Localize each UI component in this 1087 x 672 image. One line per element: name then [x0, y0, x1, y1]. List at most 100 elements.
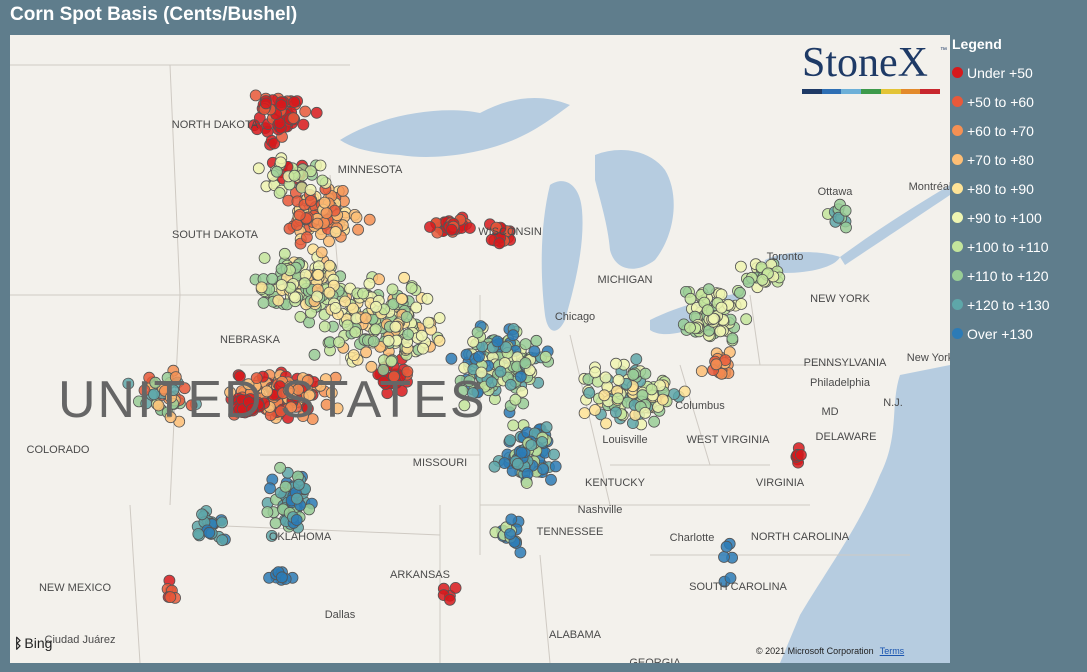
basis-point[interactable]: [287, 112, 300, 125]
basis-point[interactable]: [347, 349, 360, 362]
basis-point[interactable]: [648, 415, 660, 428]
basis-point[interactable]: [839, 204, 852, 217]
basis-point[interactable]: [389, 320, 402, 333]
basis-point[interactable]: [291, 492, 303, 505]
basis-point[interactable]: [710, 358, 723, 371]
basis-point[interactable]: [493, 237, 506, 250]
basis-point[interactable]: [627, 368, 640, 381]
basis-point[interactable]: [304, 195, 317, 207]
legend-item[interactable]: +50 to +60: [952, 87, 1082, 116]
basis-point[interactable]: [164, 591, 177, 603]
basis-point[interactable]: [537, 463, 550, 476]
basis-point[interactable]: [278, 247, 291, 260]
basis-point[interactable]: [274, 461, 287, 474]
basis-point[interactable]: [539, 350, 552, 363]
basis-point[interactable]: [520, 477, 533, 489]
basis-point[interactable]: [288, 96, 301, 108]
basis-point[interactable]: [498, 457, 511, 470]
basis-point[interactable]: [488, 460, 501, 473]
basis-point[interactable]: [684, 292, 697, 305]
basis-point[interactable]: [289, 291, 302, 304]
basis-point[interactable]: [216, 534, 229, 547]
basis-point[interactable]: [312, 268, 325, 281]
basis-point[interactable]: [656, 393, 669, 406]
basis-point[interactable]: [400, 311, 413, 323]
basis-point[interactable]: [630, 353, 643, 366]
basis-point[interactable]: [279, 480, 292, 493]
basis-point[interactable]: [684, 321, 696, 334]
basis-points-layer[interactable]: [122, 89, 852, 606]
basis-point[interactable]: [417, 342, 429, 355]
basis-point[interactable]: [473, 350, 485, 363]
basis-point[interactable]: [485, 376, 498, 389]
basis-point[interactable]: [308, 348, 321, 361]
basis-point[interactable]: [315, 246, 328, 259]
basis-point[interactable]: [536, 436, 548, 448]
basis-point[interactable]: [299, 105, 312, 118]
legend-item[interactable]: +120 to +130: [952, 290, 1082, 319]
basis-point[interactable]: [318, 196, 331, 209]
basis-point[interactable]: [578, 407, 591, 420]
basis-point[interactable]: [275, 571, 288, 584]
basis-point[interactable]: [311, 217, 324, 230]
basis-point[interactable]: [509, 393, 522, 406]
basis-point[interactable]: [589, 366, 601, 379]
basis-point[interactable]: [216, 516, 229, 529]
basis-point[interactable]: [275, 262, 288, 275]
basis-point[interactable]: [530, 334, 543, 347]
basis-point[interactable]: [300, 231, 313, 244]
basis-point[interactable]: [270, 165, 283, 178]
basis-point[interactable]: [298, 277, 311, 290]
legend-item[interactable]: +110 to +120: [952, 261, 1082, 290]
basis-point[interactable]: [264, 482, 276, 495]
basis-point[interactable]: [350, 211, 363, 224]
basis-point[interactable]: [600, 417, 612, 430]
basis-point[interactable]: [370, 300, 382, 313]
basis-point[interactable]: [540, 421, 553, 434]
basis-point[interactable]: [336, 184, 349, 197]
basis-point[interactable]: [385, 355, 398, 368]
basis-point[interactable]: [369, 323, 382, 336]
map-svg[interactable]: [10, 35, 950, 663]
basis-point[interactable]: [545, 473, 557, 486]
basis-point[interactable]: [549, 460, 562, 473]
basis-point[interactable]: [269, 517, 282, 530]
basis-point[interactable]: [196, 508, 208, 521]
basis-point[interactable]: [415, 329, 428, 342]
basis-point[interactable]: [323, 259, 336, 272]
basis-point[interactable]: [734, 286, 746, 299]
basis-point[interactable]: [249, 89, 262, 102]
basis-point[interactable]: [639, 367, 652, 380]
basis-point[interactable]: [258, 252, 271, 264]
basis-point[interactable]: [445, 352, 458, 365]
basis-point[interactable]: [519, 338, 532, 351]
basis-point[interactable]: [720, 540, 733, 553]
basis-point[interactable]: [548, 448, 560, 461]
basis-point[interactable]: [610, 357, 622, 370]
basis-point[interactable]: [329, 226, 342, 238]
basis-point[interactable]: [589, 404, 601, 416]
legend-item[interactable]: +60 to +70: [952, 116, 1082, 145]
basis-point[interactable]: [357, 287, 370, 300]
legend-item[interactable]: +70 to +80: [952, 145, 1082, 174]
basis-point[interactable]: [507, 419, 520, 432]
legend-item[interactable]: Under +50: [952, 58, 1082, 87]
basis-point[interactable]: [398, 271, 411, 284]
basis-point[interactable]: [695, 365, 708, 378]
basis-point[interactable]: [320, 207, 333, 220]
basis-point[interactable]: [702, 283, 715, 296]
basis-point[interactable]: [363, 277, 376, 290]
basis-point[interactable]: [740, 313, 753, 326]
basis-point[interactable]: [701, 304, 714, 317]
basis-point[interactable]: [504, 378, 517, 391]
basis-point[interactable]: [715, 301, 728, 314]
basis-point[interactable]: [599, 371, 612, 384]
basis-point[interactable]: [443, 593, 456, 606]
basis-point[interactable]: [304, 183, 317, 196]
basis-point[interactable]: [507, 329, 520, 342]
basis-point[interactable]: [288, 169, 301, 182]
basis-point[interactable]: [525, 439, 538, 452]
basis-point[interactable]: [311, 290, 324, 303]
basis-point[interactable]: [386, 283, 399, 296]
basis-point[interactable]: [260, 97, 272, 110]
